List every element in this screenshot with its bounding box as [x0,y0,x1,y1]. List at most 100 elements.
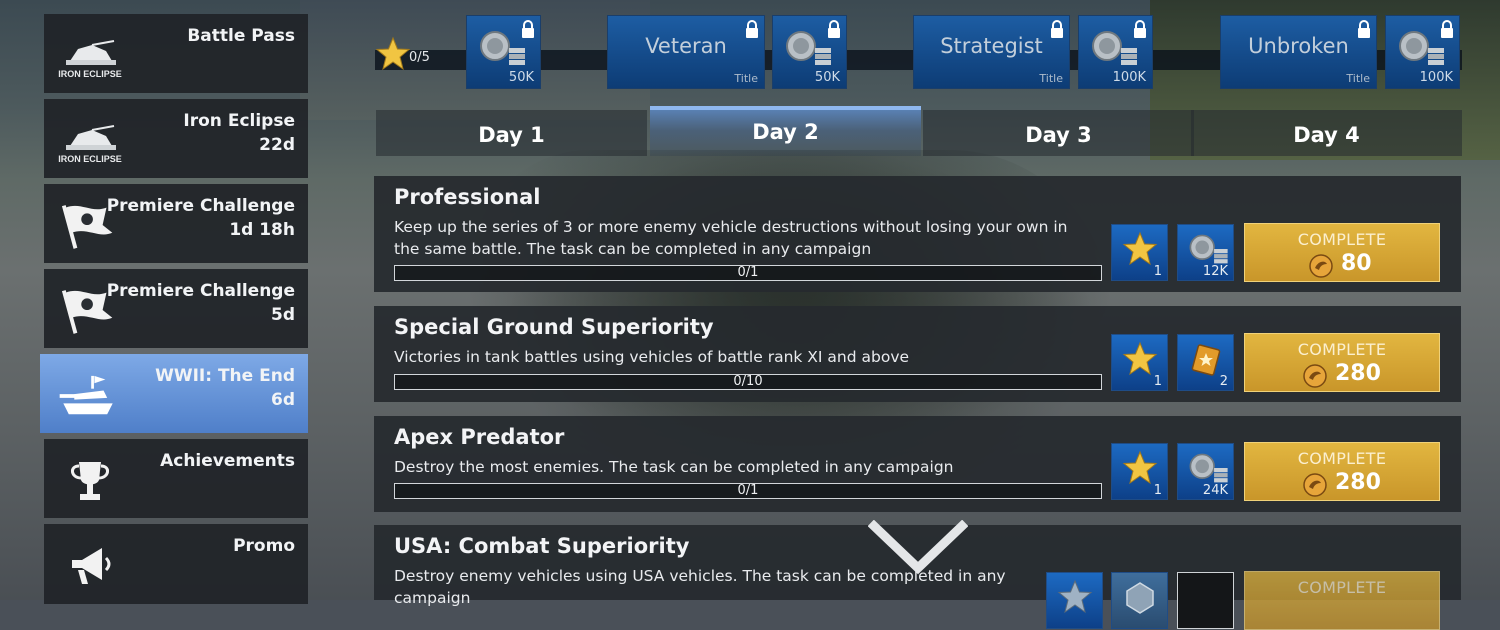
day-tabs: Day 1 Day 2 Day 3 Day 4 [376,106,1462,156]
task-title: Apex Predator [394,425,565,449]
badge-icon [1126,582,1154,614]
sidebar-item-battle-pass[interactable]: IRON ECLIPSE Battle Pass [44,14,308,93]
reward-booster-tile[interactable]: 2 [1177,334,1234,391]
title-tag: Title [1039,72,1063,85]
star-icon [1057,579,1093,614]
reward-amount: 50K [508,70,534,85]
stars-counter: 0/5 [375,36,465,76]
task-progress-bar: 0/10 [394,374,1102,390]
golden-eagle-coin-icon [1303,364,1327,388]
chevron-down-icon[interactable] [868,520,968,580]
reward-count: 2 [1219,374,1228,389]
reward-star-tile[interactable]: 1 [1111,334,1168,391]
iron-eclipse-logo-icon: IRON ECLIPSE [58,113,122,169]
reward-count: 1 [1153,483,1162,498]
megaphone-icon [58,538,122,594]
complete-cost: 280 [1335,361,1381,386]
complete-button[interactable]: COMPLETE 280 [1244,333,1440,392]
sidebar-item-timer: 22d [259,135,295,155]
complete-cost: 80 [1341,251,1372,276]
task-title: Professional [394,185,541,209]
golden-eagle-coin-icon [1303,473,1327,497]
reward-star-tile[interactable]: 1 [1111,224,1168,281]
title-name: Veteran [645,34,727,58]
reward-silver-tile[interactable]: 12K [1177,224,1234,281]
title-name: Strategist [940,34,1043,58]
complete-label: COMPLETE [1297,230,1387,249]
tab-day-1[interactable]: Day 1 [376,110,647,156]
tab-day-4[interactable]: Day 4 [1191,110,1462,156]
sidebar-item-label: Premiere Challenge 1d 18h [106,196,295,240]
sidebar-item-promo[interactable]: Promo [44,524,308,604]
reward-title-tile[interactable]: Veteran Title [607,15,765,89]
title-name: Unbroken [1248,34,1349,58]
reward-track: 0/5 50K Veteran Title 50K Strategist Tit… [375,14,1462,92]
reward-silver-tile[interactable]: 100K [1385,15,1460,89]
sidebar-item-wwii-the-end[interactable]: WWII: The End 6d [40,354,308,433]
sidebar-item-label: Battle Pass [187,26,295,46]
reward-star-tile[interactable]: 1 [1111,443,1168,500]
star-icon [1122,341,1158,376]
reward-silver-tile[interactable]: 24K [1177,443,1234,500]
tab-day-3[interactable]: Day 3 [923,110,1194,156]
star-icon [1122,450,1158,485]
lock-icon [522,20,534,38]
sidebar-item-timer: 5d [271,305,295,325]
complete-button[interactable]: COMPLETE [1244,571,1440,630]
reward-title-tile[interactable]: Strategist Title [913,15,1070,89]
task-title: USA: Combat Superiority [394,534,690,558]
sidebar-item-label: Premiere Challenge 5d [106,281,295,325]
complete-label: COMPLETE [1297,578,1387,597]
sidebar-item-iron-eclipse[interactable]: IRON ECLIPSE Iron Eclipse 22d [44,99,308,178]
reward-silver-tile[interactable]: 50K [466,15,541,89]
task-progress-bar: 0/1 [394,483,1102,499]
task-progress-text: 0/1 [737,265,759,280]
trophy-icon [58,453,122,509]
sidebar-item-label: WWII: The End 6d [155,366,295,410]
sidebar-item-premiere-challenge-1[interactable]: Premiere Challenge 1d 18h [44,184,308,263]
reward-count: 1 [1153,264,1162,279]
reward-star-tile[interactable] [1046,572,1103,629]
sidebar-item-achievements[interactable]: Achievements [44,439,308,518]
task-card: Apex Predator Destroy the most enemies. … [374,416,1461,512]
iron-eclipse-logo-icon: IRON ECLIPSE [58,28,122,84]
star-icon [1122,231,1158,266]
title-tag: Title [734,72,758,85]
sidebar-item-label: Promo [233,536,295,556]
reward-locked-tile[interactable] [1177,572,1234,629]
stars-count: 0/5 [409,50,430,65]
reward-badge-tile[interactable] [1111,572,1168,629]
lock-icon [1134,20,1146,38]
reward-count: 24K [1202,483,1228,498]
title-tag: Title [1346,72,1370,85]
sidebar-item-timer: 1d 18h [229,220,295,240]
task-progress-text: 0/10 [733,374,763,389]
lock-icon [828,20,840,38]
task-title: Special Ground Superiority [394,315,714,339]
tank-icon [56,368,120,424]
sidebar-item-label: Iron Eclipse 22d [183,111,295,155]
sidebar-item-timer: 6d [271,390,295,410]
complete-button[interactable]: COMPLETE 280 [1244,442,1440,501]
task-progress-bar: 0/1 [394,265,1102,281]
lock-icon [1441,20,1453,38]
task-card: Professional Keep up the series of 3 or … [374,176,1461,292]
task-card: Special Ground Superiority Victories in … [374,306,1461,402]
reward-amount: 50K [814,70,840,85]
reward-amount: 100K [1419,70,1453,85]
reward-silver-tile[interactable]: 100K [1078,15,1153,89]
reward-title-tile[interactable]: Unbroken Title [1220,15,1377,89]
sidebar-item-label: Achievements [160,451,295,471]
silver-coins-icon [1189,234,1228,264]
complete-label: COMPLETE [1297,340,1387,359]
reward-silver-tile[interactable]: 50K [772,15,847,89]
tab-day-2[interactable]: Day 2 [650,106,921,156]
sidebar-item-premiere-challenge-2[interactable]: Premiere Challenge 5d [44,269,308,348]
task-description: Victories in tank battles using vehicles… [394,348,910,366]
reward-count: 12K [1202,264,1228,279]
complete-button[interactable]: COMPLETE 80 [1244,223,1440,282]
task-description: Destroy the most enemies. The task can b… [394,458,954,476]
star-icon [375,36,411,71]
svg-text:IRON ECLIPSE: IRON ECLIPSE [58,154,122,164]
task-description: Keep up the series of 3 or more enemy ve… [394,218,1068,258]
